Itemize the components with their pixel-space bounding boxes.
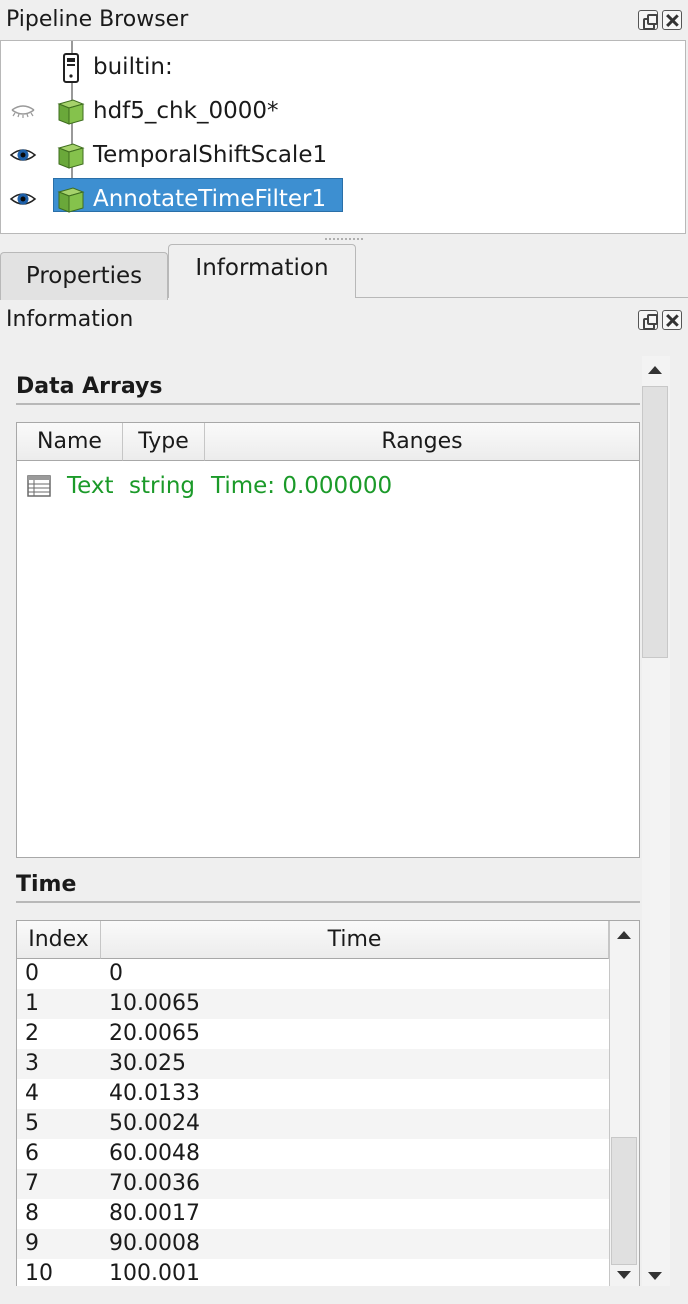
scroll-down-arrow-icon[interactable]	[648, 1272, 662, 1280]
time-heading: Time	[16, 872, 77, 897]
pipeline-browser-title-text: Pipeline Browser	[6, 7, 189, 32]
time-index: 4	[25, 1081, 39, 1106]
time-index: 5	[25, 1111, 39, 1136]
time-row[interactable]: 2 20.0065	[17, 1019, 609, 1049]
column-header-index[interactable]: Index	[17, 921, 101, 959]
section-divider	[16, 901, 640, 903]
time-value: 40.0133	[109, 1081, 200, 1106]
pipeline-item-annotatetimefilter[interactable]: AnnotateTimeFilter1	[1, 177, 685, 221]
information-title-text: Information	[6, 307, 134, 332]
time-value: 100.001	[109, 1261, 200, 1286]
time-row[interactable]: 8 80.0017	[17, 1199, 609, 1229]
column-header-name[interactable]: Name	[17, 423, 123, 461]
time-row[interactable]: 4 40.0133	[17, 1079, 609, 1109]
green-cube-icon	[57, 187, 85, 213]
time-value: 20.0065	[109, 1021, 200, 1046]
close-icon[interactable]	[662, 310, 682, 330]
eye-open-icon[interactable]	[9, 189, 37, 209]
information-panel-title: Information	[0, 300, 688, 340]
tab-bar: Properties Information	[0, 244, 688, 300]
time-value: 10.0065	[109, 991, 200, 1016]
splitter-handle[interactable]	[324, 237, 364, 241]
pipeline-item-label: hdf5_chk_0000*	[93, 98, 279, 124]
time-index: 1	[25, 991, 39, 1016]
time-table[interactable]: Index Time 00 1 10.0065 2 20.0065 3 30.025 …	[16, 920, 640, 1286]
time-row[interactable]: 7 70.0036	[17, 1169, 609, 1199]
time-row[interactable]: 6 60.0048	[17, 1139, 609, 1169]
scroll-up-arrow-icon[interactable]	[617, 931, 631, 939]
pipeline-browser-title: Pipeline Browser	[0, 0, 688, 40]
column-header-ranges[interactable]: Ranges	[205, 423, 639, 461]
array-ranges: Time: 0.000000	[211, 473, 393, 499]
tab-label: Properties	[25, 263, 143, 289]
column-header-time[interactable]: Time	[101, 921, 609, 959]
time-row[interactable]: 10 100.001	[17, 1259, 609, 1286]
time-value: 0	[109, 961, 123, 986]
table-icon	[27, 475, 51, 497]
time-value: 50.0024	[109, 1111, 200, 1136]
information-scroll-area[interactable]: Data Arrays Name Type Ranges Text string…	[0, 356, 640, 1286]
eye-closed-icon[interactable]	[9, 101, 37, 121]
information-scrollbar[interactable]	[642, 356, 670, 1286]
pipeline-browser-tree[interactable]: builtin: hdf5_chk_0000* TemporalShiftSca…	[0, 40, 686, 234]
scroll-down-arrow-icon[interactable]	[617, 1271, 631, 1279]
pipeline-item-label: builtin:	[93, 54, 173, 80]
time-value: 60.0048	[109, 1141, 200, 1166]
scrollbar-handle[interactable]	[611, 1137, 637, 1265]
information-dock-buttons	[638, 310, 682, 330]
pipeline-item-label: TemporalShiftScale1	[93, 142, 328, 168]
data-arrays-heading: Data Arrays	[16, 374, 163, 399]
time-index: 10	[25, 1261, 53, 1286]
eye-open-icon[interactable]	[9, 145, 37, 165]
close-icon[interactable]	[662, 10, 682, 30]
time-row[interactable]: 3 30.025	[17, 1049, 609, 1079]
undock-icon[interactable]	[638, 310, 658, 330]
pipeline-item-label: AnnotateTimeFilter1	[93, 186, 327, 212]
green-cube-icon	[57, 143, 85, 169]
section-divider	[16, 403, 640, 405]
time-row[interactable]: 00	[17, 959, 609, 989]
pipeline-browser-dock-buttons	[638, 10, 682, 30]
time-index: 0	[25, 961, 39, 986]
time-value: 90.0008	[109, 1231, 200, 1256]
time-table-scrollbar[interactable]	[609, 921, 639, 1286]
scrollbar-handle[interactable]	[642, 386, 668, 658]
pipeline-item-hdf5[interactable]: hdf5_chk_0000*	[1, 89, 685, 133]
time-value: 70.0036	[109, 1171, 200, 1196]
time-index: 8	[25, 1201, 39, 1226]
array-name: Text	[67, 473, 114, 499]
tab-properties[interactable]: Properties	[0, 252, 168, 300]
column-header-type[interactable]: Type	[123, 423, 205, 461]
undock-icon[interactable]	[638, 10, 658, 30]
array-type: string	[129, 473, 196, 499]
server-icon	[63, 53, 79, 83]
pipeline-item-temporalshiftscale[interactable]: TemporalShiftScale1	[1, 133, 685, 177]
time-index: 3	[25, 1051, 39, 1076]
time-value: 80.0017	[109, 1201, 200, 1226]
tab-information[interactable]: Information	[168, 244, 356, 298]
time-index: 7	[25, 1171, 39, 1196]
tab-label: Information	[195, 255, 329, 281]
data-array-row[interactable]: Text string Time: 0.000000	[17, 467, 637, 505]
time-row[interactable]: 1 10.0065	[17, 989, 609, 1019]
time-value: 30.025	[109, 1051, 186, 1076]
time-index: 6	[25, 1141, 39, 1166]
green-cube-icon	[57, 99, 85, 125]
data-arrays-table[interactable]: Name Type Ranges Text string Time: 0.000…	[16, 422, 640, 858]
time-row[interactable]: 9 90.0008	[17, 1229, 609, 1259]
pipeline-item-builtin[interactable]: builtin:	[1, 45, 685, 89]
time-index: 9	[25, 1231, 39, 1256]
time-row[interactable]: 5 50.0024	[17, 1109, 609, 1139]
time-index: 2	[25, 1021, 39, 1046]
scroll-up-arrow-icon[interactable]	[648, 366, 662, 374]
